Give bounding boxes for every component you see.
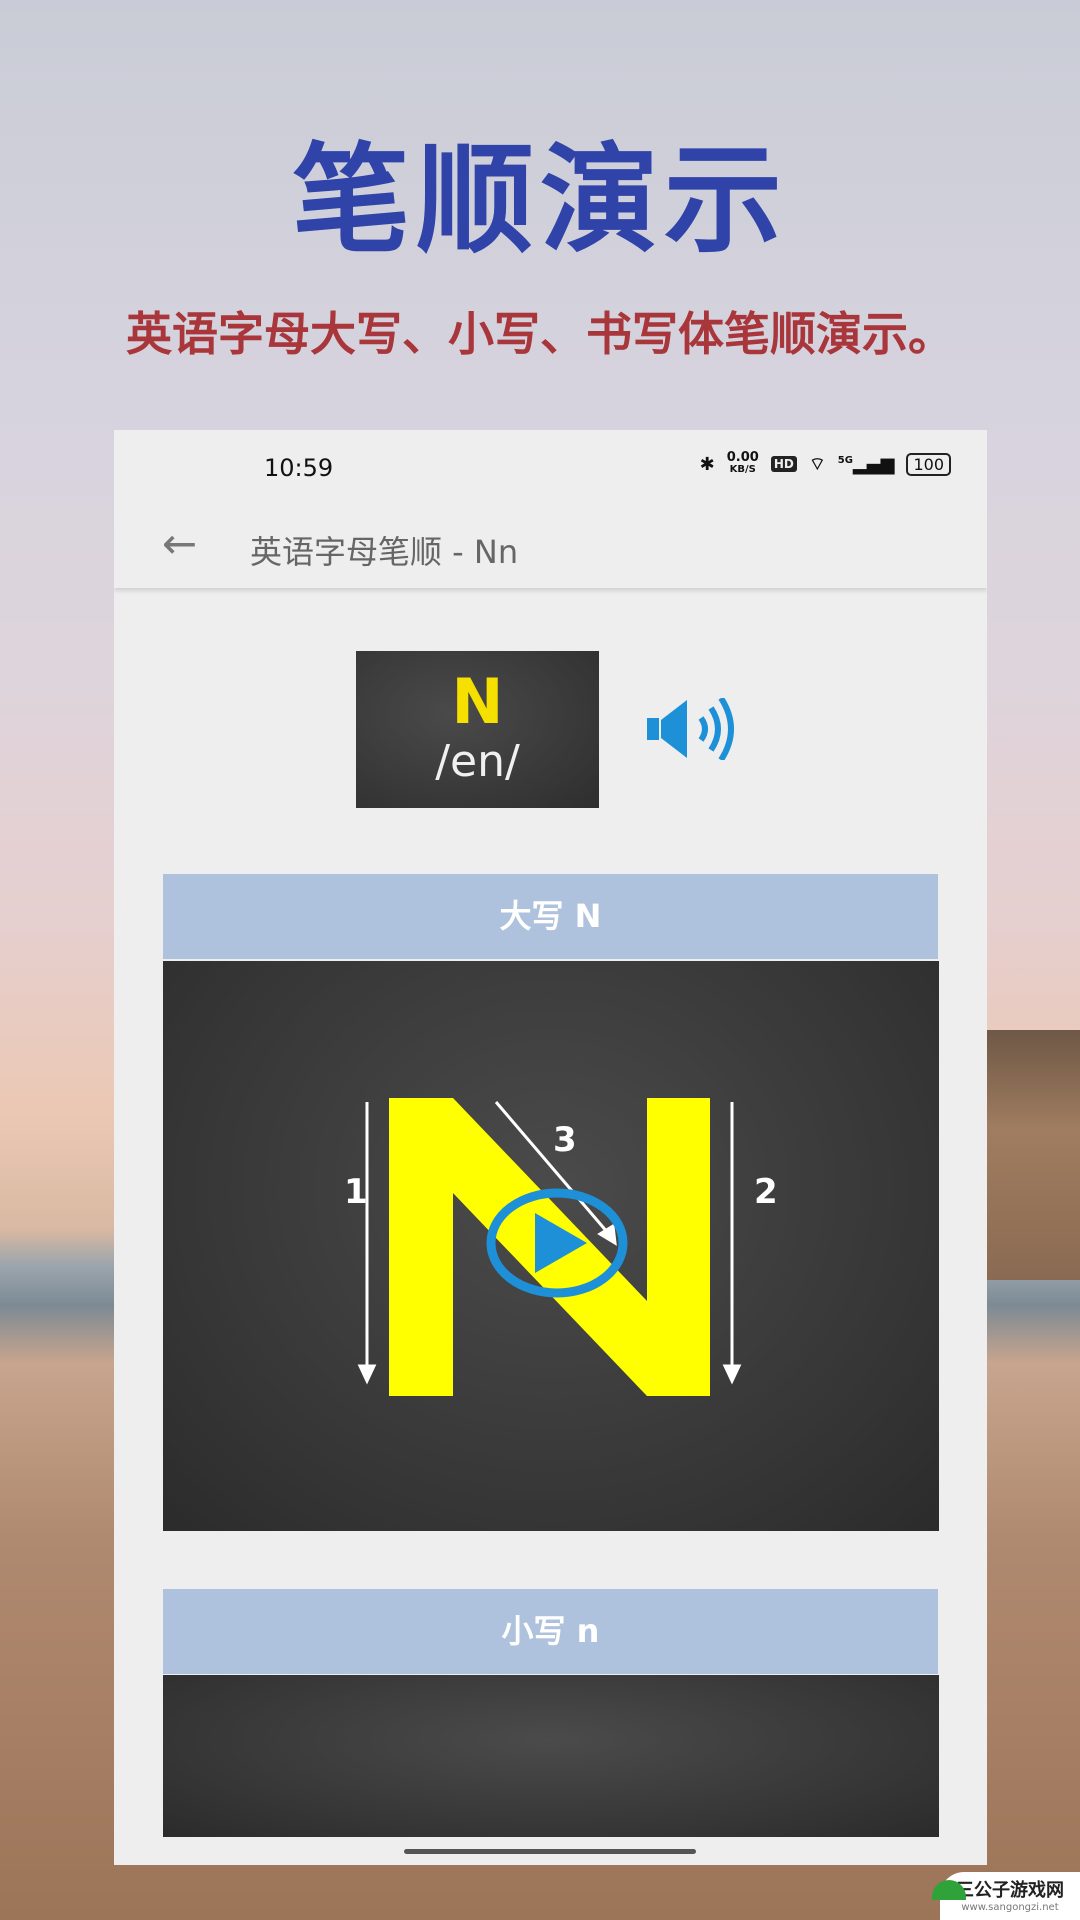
letter-card: N /en/ [356,651,599,808]
net-speed-value: 0.00 [726,450,759,465]
phone-screen: 10:59 ✱ 0.00 KB/S HD ⌔ 5G▂▄▆ 100 ← 英语字母笔顺… [114,430,987,1865]
app-bar: ← 英语字母笔顺 - Nn [114,505,987,588]
watermark-url: www.sangongzi.net [961,1902,1059,1913]
uppercase-header: 大写 N [163,874,938,959]
background-cliff [987,1030,1080,1280]
lowercase-stroke-video[interactable] [163,1675,939,1837]
net-speed-unit: KB/S [729,464,756,475]
uppercase-stroke-video[interactable]: 1 2 3 [163,961,939,1531]
home-indicator[interactable] [404,1849,696,1854]
net-speed: 0.00 KB/S [726,450,759,476]
signal-icon: 5G▂▄▆ [837,453,895,475]
stroke-label-3: 3 [553,1120,577,1160]
letter: N [451,665,504,738]
bluetooth-icon: ✱ [699,453,715,475]
network-type: 5G [837,454,853,466]
promo-title: 笔顺演示 [291,131,788,269]
wifi-icon: ⌔ [808,453,826,475]
watermark: 三公子游戏网 www.sangongzi.net [932,1872,1080,1920]
hd-icon: HD [770,456,797,472]
promo-subtitle: 英语字母大写、小写、书写体笔顺演示。 [126,307,954,361]
lowercase-header: 小写 n [163,1589,938,1674]
stroke-label-2: 2 [754,1172,778,1212]
stroke-label-1: 1 [344,1172,368,1212]
app-title: 英语字母笔顺 - Nn [250,533,519,571]
back-arrow-icon[interactable]: ← [162,519,197,568]
status-bar: 10:59 ✱ 0.00 KB/S HD ⌔ 5G▂▄▆ 100 [114,430,987,505]
phonetic: /en/ [435,736,520,787]
battery-icon: 100 [906,452,951,476]
status-time: 10:59 [264,454,334,482]
speaker-icon[interactable] [647,698,747,760]
